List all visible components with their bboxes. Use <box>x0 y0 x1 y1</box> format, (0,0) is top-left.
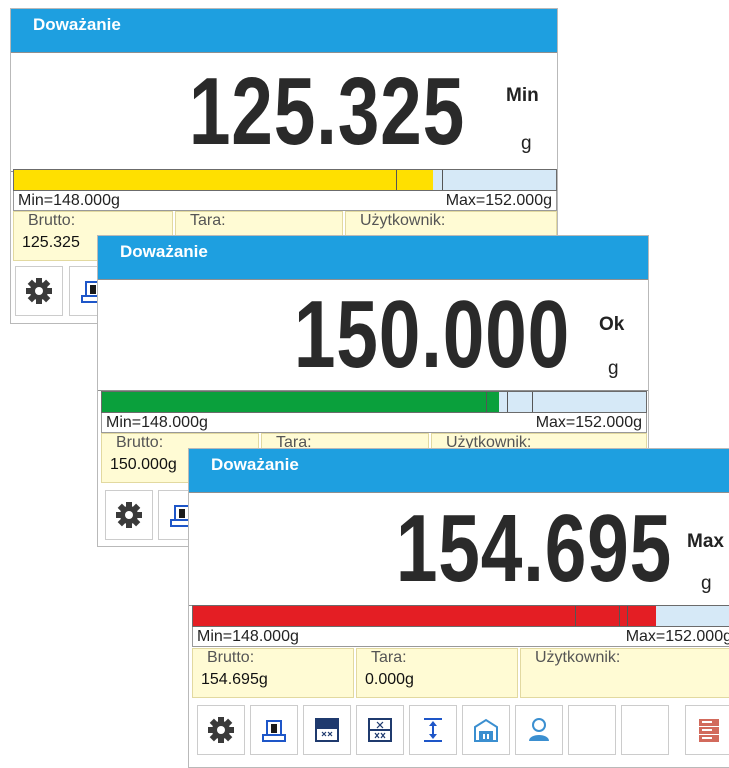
brutto-label: Brutto: <box>207 649 255 666</box>
limit-max: Max=152.000g <box>535 414 642 431</box>
box-weight-icon <box>474 718 498 742</box>
limit-min: Min=148.000g <box>197 628 299 645</box>
weight-display: 154.695 Max g <box>189 492 729 606</box>
title-bar: Doważanie <box>11 9 557 52</box>
bar-tick <box>486 392 487 412</box>
user-label: Użytkownik: <box>535 649 621 666</box>
title-bar: Doważanie <box>189 449 729 492</box>
scale-print-icon <box>262 720 286 742</box>
limit-max: Max=152.000g <box>445 192 552 209</box>
screen-title: Doważanie <box>120 242 208 261</box>
brutto-box: Brutto: 154.695g <box>192 648 354 698</box>
weighing-screen-max: Doważanie 154.695 Max g Min=148.000g Max… <box>188 448 729 768</box>
limit-min: Min=148.000g <box>106 414 208 431</box>
brutto-label: Brutto: <box>116 434 164 451</box>
weight-value: 125.325 <box>188 58 465 165</box>
checkweigher-bar <box>13 169 557 191</box>
title-bar: Doważanie <box>98 236 648 279</box>
function-button[interactable] <box>303 705 351 755</box>
gear-icon <box>208 717 234 743</box>
user-icon <box>529 718 549 741</box>
tara-box: Tara: 0.000g <box>356 648 518 698</box>
empty-slot-button[interactable] <box>621 705 669 755</box>
settings-button[interactable] <box>197 705 245 755</box>
user-button[interactable] <box>515 705 563 755</box>
bar-tick <box>627 606 628 626</box>
height-arrows-icon <box>424 718 442 742</box>
empty-slot-button[interactable] <box>568 705 616 755</box>
limits-row: Min=148.000g Max=152.000g <box>13 191 557 211</box>
limits-row: Min=148.000g Max=152.000g <box>101 413 647 433</box>
bar-fill <box>14 170 433 190</box>
screen-title: Doważanie <box>33 15 121 34</box>
brutto-value: 125.325 <box>22 234 80 251</box>
bar-tick <box>507 392 508 412</box>
screen-title: Doważanie <box>211 455 299 474</box>
brutto-label: Brutto: <box>28 212 76 229</box>
user-box: Użytkownik: <box>520 648 729 698</box>
settings-button[interactable] <box>105 490 153 540</box>
bar-fill <box>102 392 499 412</box>
print-button[interactable] <box>250 705 298 755</box>
gear-icon <box>26 278 52 304</box>
dark-grid-icon <box>315 718 339 742</box>
user-label: Użytkownik: <box>360 212 446 229</box>
brutto-value: 150.000g <box>110 456 177 473</box>
tara-label: Tara: <box>371 649 407 666</box>
database-button[interactable] <box>685 705 729 755</box>
tare-grid-icon <box>368 718 392 742</box>
bar-fill <box>193 606 656 626</box>
tara-value: 0.000g <box>365 671 414 688</box>
gear-icon <box>116 502 142 528</box>
weight-display: 125.325 Min g <box>11 52 557 172</box>
weight-unit: g <box>521 133 532 154</box>
weight-value: 150.000 <box>293 281 570 388</box>
tare-button[interactable] <box>356 705 404 755</box>
bar-tick <box>619 606 620 626</box>
weight-unit: g <box>608 358 619 379</box>
database-icon <box>699 719 719 742</box>
checkweigher-bar <box>192 605 729 627</box>
tolerance-status: Ok <box>599 314 625 335</box>
tara-label: Tara: <box>190 212 226 229</box>
tolerance-status: Min <box>506 85 539 106</box>
bar-tick <box>396 170 397 190</box>
package-button[interactable] <box>462 705 510 755</box>
checkweigher-bar <box>101 391 647 413</box>
bar-tick <box>575 606 576 626</box>
limit-min: Min=148.000g <box>18 192 120 209</box>
weight-value: 154.695 <box>395 495 672 602</box>
limit-max: Max=152.000g <box>625 628 729 645</box>
bar-tick <box>532 392 533 412</box>
bar-tick <box>442 170 443 190</box>
settings-button[interactable] <box>15 266 63 316</box>
tolerance-status: Max <box>687 531 724 552</box>
height-button[interactable] <box>409 705 457 755</box>
limits-row: Min=148.000g Max=152.000g <box>192 627 729 647</box>
brutto-value: 154.695g <box>201 671 268 688</box>
weight-unit: g <box>701 573 712 594</box>
weight-display: 150.000 Ok g <box>98 279 648 391</box>
